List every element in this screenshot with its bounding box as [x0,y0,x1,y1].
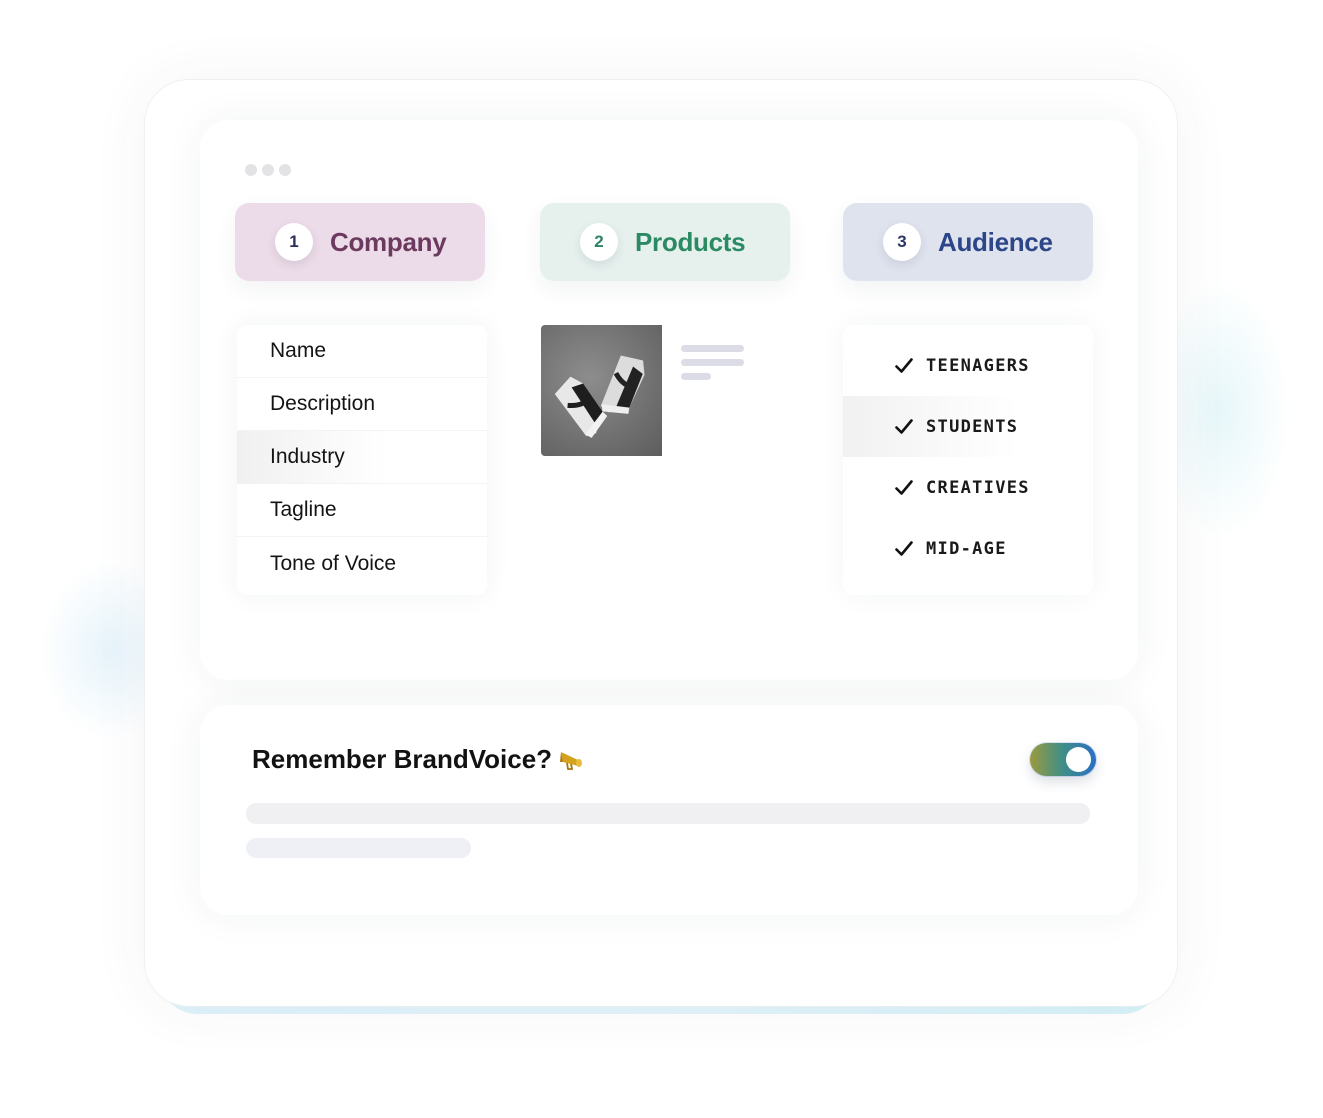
step-label: Audience [938,226,1053,257]
step-number-badge: 3 [883,223,921,261]
audience-item-mid-age[interactable]: MID-AGE [843,518,1093,579]
tab-products[interactable]: 2 Products [540,203,790,281]
window-dot-icon[interactable] [262,164,274,176]
field-item-name[interactable]: Name [237,325,487,378]
audience-label: MID-AGE [926,538,1007,559]
checkmark-icon [895,418,913,434]
tab-company[interactable]: 1 Company [235,203,485,281]
text-placeholder-line [681,345,744,352]
skeleton-line [246,838,471,858]
remember-toggle[interactable] [1030,743,1096,776]
audience-item-students[interactable]: STUDENTS [843,396,1093,457]
audience-item-teenagers[interactable]: TEENAGERS [843,335,1093,396]
step-label: Company [330,226,447,257]
remember-title: Remember BrandVoice? [252,744,586,775]
field-item-tone-of-voice[interactable]: Tone of Voice [237,537,487,590]
window-controls [245,164,291,176]
step-number-badge: 1 [275,223,313,261]
text-placeholder-line [681,373,711,380]
window-dot-icon[interactable] [279,164,291,176]
field-item-description[interactable]: Description [237,378,487,431]
audience-label: CREATIVES [926,477,1030,498]
audience-label: TEENAGERS [926,355,1030,376]
company-field-list: Name Description Industry Tagline Tone o… [237,325,487,595]
audience-item-creatives[interactable]: CREATIVES [843,457,1093,518]
checkmark-icon [895,357,913,373]
audience-list: TEENAGERS STUDENTS CREATIVES MID-AGE [843,325,1093,595]
megaphone-icon [560,751,583,770]
field-item-industry[interactable]: Industry [237,431,487,484]
skeleton-line [246,803,1090,824]
remember-title-text: Remember BrandVoice? [252,744,553,774]
audience-label: STUDENTS [926,416,1019,437]
tab-audience[interactable]: 3 Audience [843,203,1093,281]
step-label: Products [635,226,746,257]
checkmark-icon [895,540,913,556]
checkmark-icon [895,479,913,495]
window-dot-icon[interactable] [245,164,257,176]
sneakers-icon [554,355,645,438]
toggle-knob [1066,747,1091,772]
field-item-tagline[interactable]: Tagline [237,484,487,537]
text-placeholder-line [681,359,744,366]
product-image[interactable] [541,325,662,456]
step-number-badge: 2 [580,223,618,261]
